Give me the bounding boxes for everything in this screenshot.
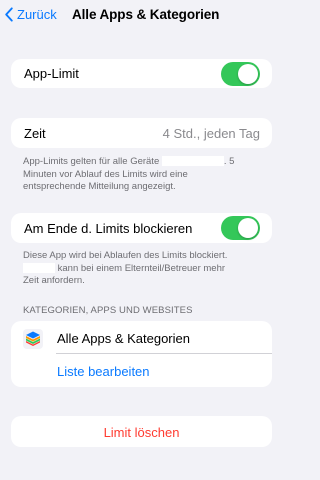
time-card[interactable]: Zeit 4 Std., jeden Tag bbox=[11, 118, 272, 148]
delete-limit-button[interactable]: Limit löschen bbox=[11, 425, 272, 440]
block-footnote: Diese App wird bei Ablaufen des Limits b… bbox=[23, 250, 263, 288]
toggle-knob bbox=[238, 218, 258, 238]
block-at-end-label: Am Ende d. Limits blockieren bbox=[24, 221, 193, 236]
edit-list-button[interactable]: Liste bearbeiten bbox=[57, 364, 150, 379]
block-at-end-toggle[interactable] bbox=[221, 216, 260, 240]
back-button[interactable]: Zurück bbox=[4, 7, 57, 22]
footnote2-line3: Zeit anfordern. bbox=[23, 275, 85, 286]
app-limit-footnote: App-Limits gelten für alle Geräte . 5 Mi… bbox=[23, 156, 263, 194]
back-label: Zurück bbox=[17, 7, 57, 22]
chevron-left-icon bbox=[5, 7, 13, 22]
stack-layers-icon bbox=[23, 329, 43, 349]
app-limit-card: App-Limit bbox=[11, 59, 272, 88]
time-value: 4 Std., jeden Tag bbox=[162, 126, 260, 141]
app-limit-label: App-Limit bbox=[24, 66, 79, 81]
navigation-bar: Zurück Alle Apps & Kategorien bbox=[0, 0, 283, 30]
categories-section-header: KATEGORIEN, APPS UND WEBSITES bbox=[23, 305, 193, 316]
redacted-user-name bbox=[23, 262, 55, 273]
time-label: Zeit bbox=[24, 126, 46, 141]
footnote1-line1-end: . 5 bbox=[223, 156, 235, 167]
toggle-knob bbox=[238, 64, 258, 84]
footnote2-line1: Diese App wird bei Ablaufen des Limits b… bbox=[23, 250, 228, 261]
redacted-device-name bbox=[161, 156, 224, 167]
delete-limit-card[interactable]: Limit löschen bbox=[11, 416, 272, 447]
category-label: Alle Apps & Kategorien bbox=[57, 331, 190, 346]
footnote1-line2: Minuten vor Ablauf des Limits wird eine bbox=[23, 168, 188, 180]
footnote1-line1-start: App-Limits gelten für alle Geräte bbox=[23, 156, 162, 167]
categories-card: Alle Apps & Kategorien Liste bearbeiten bbox=[11, 321, 272, 387]
page-title: Alle Apps & Kategorien bbox=[72, 7, 220, 22]
footnote2-line2: kann bei einem Elternteil/Betreuer mehr bbox=[55, 262, 226, 274]
app-limit-toggle[interactable] bbox=[221, 62, 260, 86]
row-divider bbox=[56, 353, 272, 354]
block-at-end-card: Am Ende d. Limits blockieren bbox=[11, 213, 272, 243]
footnote1-line3: entsprechende Mitteilung angezeigt. bbox=[23, 181, 176, 192]
